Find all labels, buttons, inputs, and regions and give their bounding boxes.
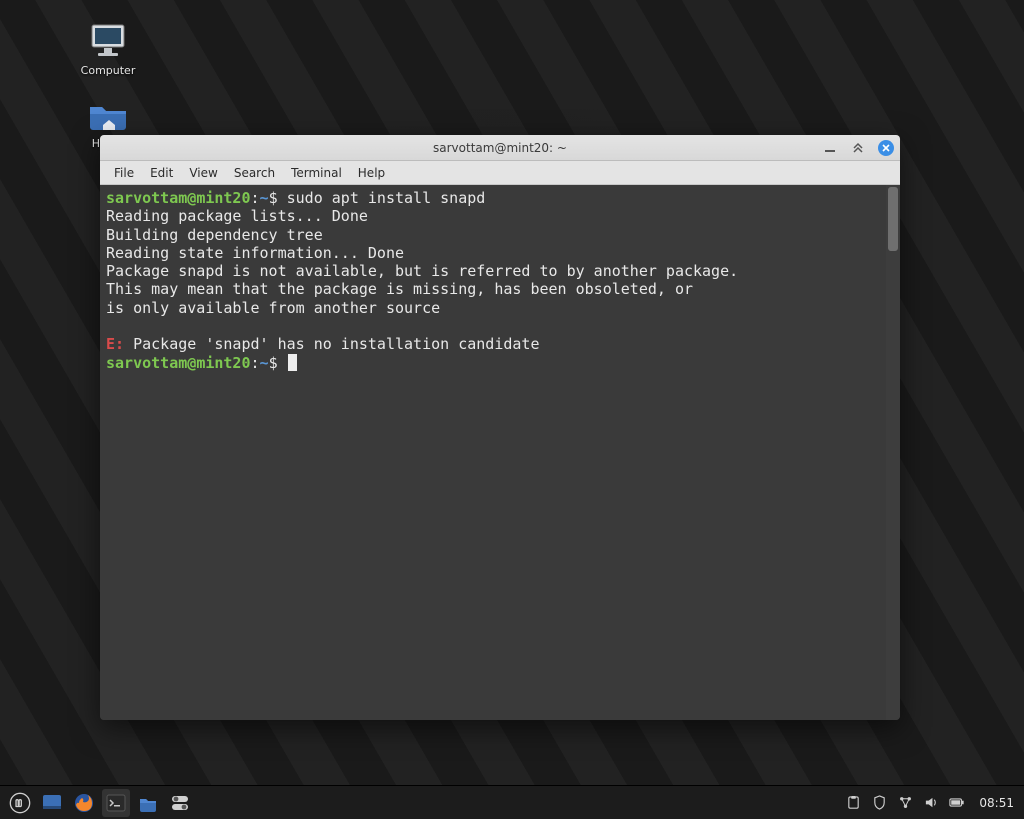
panel: 08:51: [0, 785, 1024, 819]
tray-battery[interactable]: [949, 795, 965, 811]
network-icon: [898, 795, 913, 810]
prompt-sigil: $: [269, 189, 278, 207]
terminal-output-line: is only available from another source: [106, 299, 440, 317]
panel-launchers: [6, 789, 194, 817]
prompt-host: mint20: [196, 354, 250, 372]
terminal-scrollbar-thumb[interactable]: [888, 187, 898, 251]
menu-help[interactable]: Help: [350, 163, 393, 183]
terminal-error-prefix: E:: [106, 335, 124, 353]
prompt-sigil: $: [269, 354, 278, 372]
shield-icon: [872, 795, 887, 810]
menu-search[interactable]: Search: [226, 163, 283, 183]
desktop-icon-label: Computer: [81, 64, 136, 77]
menu-button[interactable]: [6, 789, 34, 817]
window-menubar: File Edit View Search Terminal Help: [100, 161, 900, 185]
window-close-button[interactable]: [878, 140, 894, 156]
menu-file[interactable]: File: [106, 163, 142, 183]
settings-toggle-icon: [169, 792, 191, 814]
terminal-button[interactable]: [102, 789, 130, 817]
volume-icon: [924, 795, 939, 810]
desktop-icons-area: Computer Home: [76, 22, 140, 150]
firefox-button[interactable]: [70, 789, 98, 817]
folder-icon: [137, 792, 159, 814]
prompt-user: sarvottam: [106, 354, 187, 372]
desktop-icon-computer[interactable]: Computer: [76, 22, 140, 77]
prompt-at: @: [187, 189, 196, 207]
folder-home-icon: [86, 95, 130, 133]
system-tray: 08:51: [845, 795, 1018, 811]
terminal-icon: [105, 792, 127, 814]
tray-clipboard[interactable]: [845, 795, 861, 811]
prompt-path: ~: [260, 189, 269, 207]
prompt-at: @: [187, 354, 196, 372]
clipboard-icon: [846, 795, 861, 810]
window-title: sarvottam@mint20: ~: [433, 141, 567, 155]
terminal-scrollbar[interactable]: [886, 185, 900, 720]
terminal-body[interactable]: sarvottam@mint20:~$ sudo apt install sna…: [100, 185, 900, 720]
firefox-icon: [73, 792, 95, 814]
terminal-window: sarvottam@mint20: ~ File Edit View Searc…: [100, 135, 900, 720]
menu-terminal[interactable]: Terminal: [283, 163, 350, 183]
terminal-error-rest: Package 'snapd' has no installation cand…: [124, 335, 539, 353]
mint-menu-icon: [9, 792, 31, 814]
prompt-host: mint20: [196, 189, 250, 207]
panel-clock[interactable]: 08:51: [975, 796, 1018, 810]
prompt-path: ~: [260, 354, 269, 372]
terminal-output-line: Reading package lists... Done: [106, 207, 368, 225]
terminal-output-line: Reading state information... Done: [106, 244, 404, 262]
terminal-output-line: This may mean that the package is missin…: [106, 280, 693, 298]
files-button[interactable]: [134, 789, 162, 817]
menu-view[interactable]: View: [181, 163, 225, 183]
prompt-colon: :: [251, 189, 260, 207]
tray-shield[interactable]: [871, 795, 887, 811]
terminal-output-line: Building dependency tree: [106, 226, 323, 244]
prompt-user: sarvottam: [106, 189, 187, 207]
window-minimize-button[interactable]: [822, 140, 838, 156]
tray-network[interactable]: [897, 795, 913, 811]
window-controls: [822, 135, 894, 160]
window-titlebar[interactable]: sarvottam@mint20: ~: [100, 135, 900, 161]
terminal-cursor: [288, 354, 297, 371]
settings-button[interactable]: [166, 789, 194, 817]
terminal-command: sudo apt install snapd: [287, 189, 486, 207]
window-maximize-button[interactable]: [850, 140, 866, 156]
prompt-colon: :: [251, 354, 260, 372]
show-desktop-icon: [41, 792, 63, 814]
menu-edit[interactable]: Edit: [142, 163, 181, 183]
tray-volume[interactable]: [923, 795, 939, 811]
battery-icon: [949, 795, 965, 810]
show-desktop-button[interactable]: [38, 789, 66, 817]
computer-icon: [86, 22, 130, 60]
terminal-output-line: Package snapd is not available, but is r…: [106, 262, 738, 280]
